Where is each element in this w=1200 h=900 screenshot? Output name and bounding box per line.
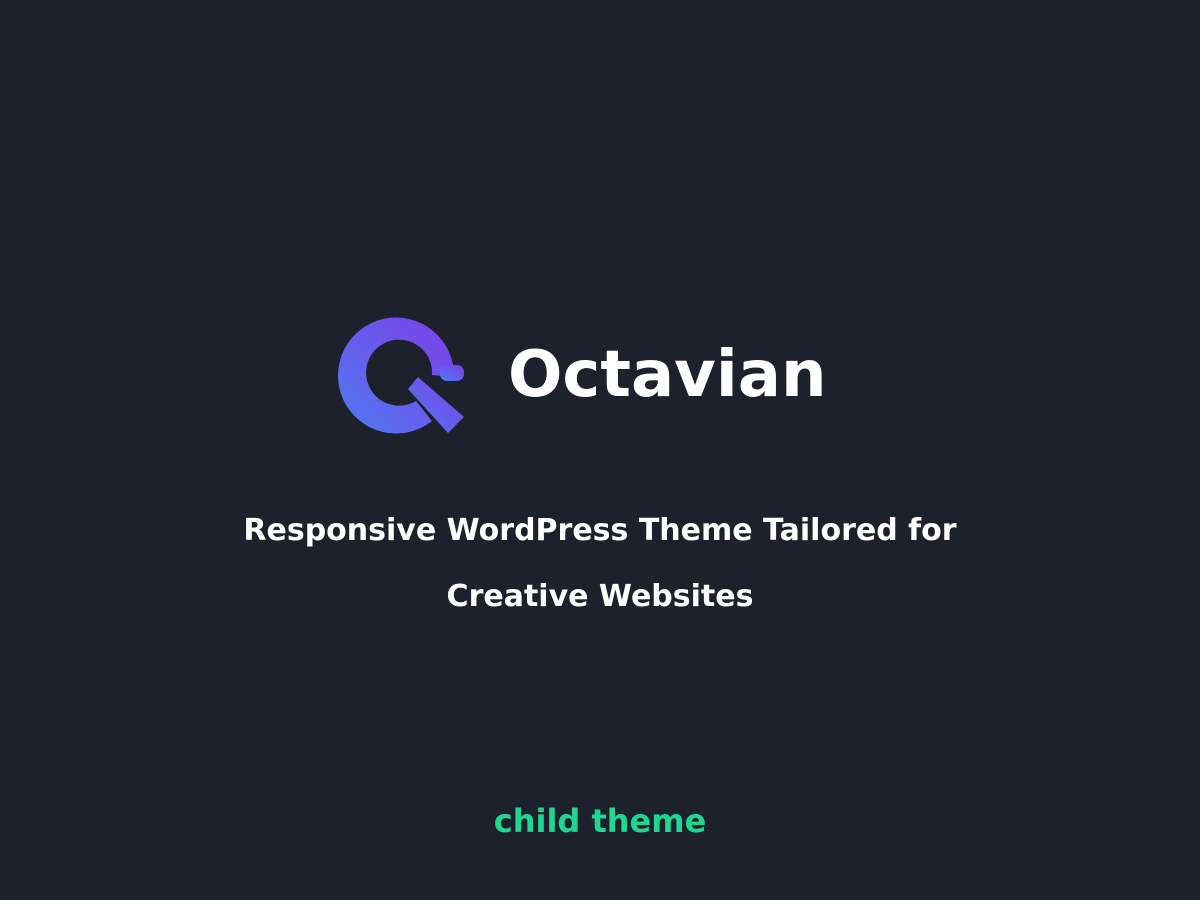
child-theme-label: child theme — [493, 802, 707, 840]
tagline: Responsive WordPress Theme Tailored for … — [100, 498, 1100, 630]
tagline-line-1: Responsive WordPress Theme Tailored for — [243, 513, 957, 548]
brand-name: Octavian — [508, 338, 827, 412]
octavian-q-logo-icon — [338, 317, 464, 434]
brand-logo: Octavian — [0, 305, 1200, 440]
tagline-line-2: Creative Websites — [446, 579, 754, 614]
